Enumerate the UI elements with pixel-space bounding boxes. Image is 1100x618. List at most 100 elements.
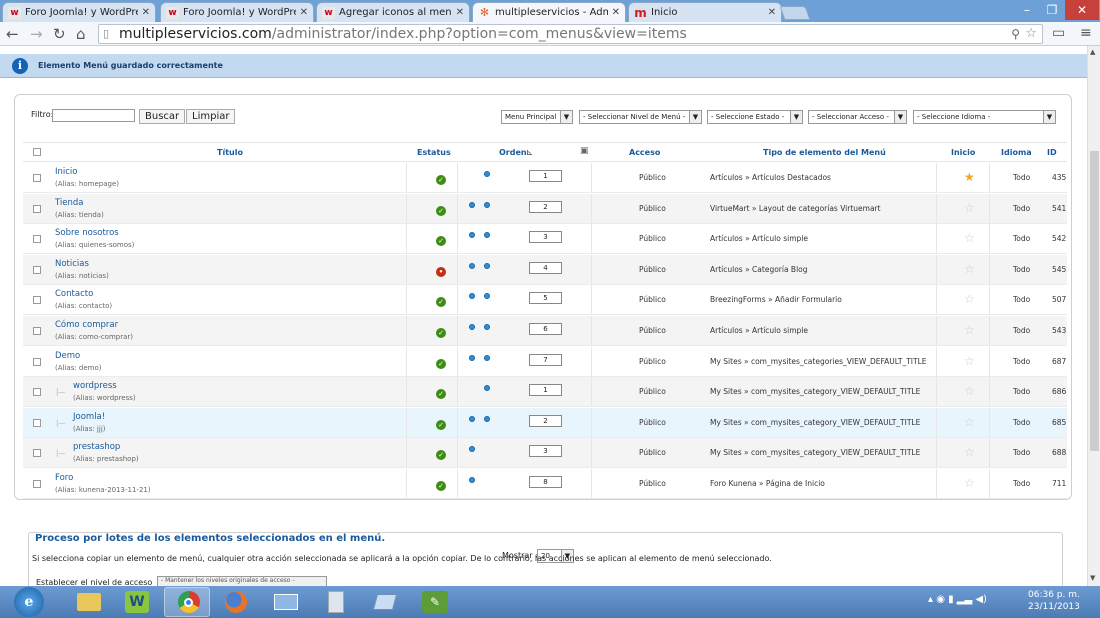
system-tray[interactable]: ▴ ◉ ▮ ▂▃ ◀) bbox=[928, 594, 987, 605]
internet-explorer-icon[interactable]: e bbox=[14, 587, 44, 617]
published-check-icon[interactable]: ✓ bbox=[436, 328, 446, 338]
minimize-icon[interactable]: – bbox=[1015, 0, 1039, 20]
item-title-link[interactable]: wordpress bbox=[73, 381, 117, 391]
language-select[interactable]: - Seleccione Idioma - ▼ bbox=[913, 110, 1056, 124]
move-down-icon[interactable] bbox=[484, 171, 490, 177]
move-down-icon[interactable] bbox=[484, 293, 490, 300]
published-check-icon[interactable]: ✓ bbox=[436, 297, 446, 308]
move-down-icon[interactable] bbox=[484, 354, 490, 361]
table-row[interactable]: Contacto (Alias: contacto) ✓ 5 Público Breezi… bbox=[23, 285, 1067, 316]
network-app-icon[interactable] bbox=[263, 587, 309, 617]
row-checkbox[interactable] bbox=[33, 296, 41, 305]
order-input[interactable]: 7 bbox=[529, 353, 562, 366]
search-button[interactable]: Buscar bbox=[139, 109, 186, 124]
col-order[interactable]: Orden bbox=[499, 148, 527, 157]
item-title-link[interactable]: Noticias bbox=[55, 259, 89, 269]
col-language[interactable]: Idioma bbox=[1001, 148, 1032, 157]
published-check-icon[interactable]: ✓ bbox=[436, 358, 446, 369]
order-input[interactable]: 2 bbox=[529, 414, 562, 427]
col-access[interactable]: Acceso bbox=[629, 148, 660, 157]
close-tab-icon[interactable]: ✕ bbox=[456, 7, 464, 18]
taskbar-clock[interactable]: 06:36 p. m. 23/11/2013 bbox=[1028, 589, 1080, 613]
table-row[interactable]: |— wordpress (Alias: wordpress) ✓ 1 Público My… bbox=[23, 377, 1067, 408]
item-title-link[interactable]: prestashop bbox=[73, 442, 120, 452]
published-check-icon[interactable]: ✓ bbox=[436, 419, 446, 430]
filter-input[interactable] bbox=[52, 109, 135, 122]
item-title-link[interactable]: Tienda bbox=[55, 198, 84, 208]
table-row[interactable]: Demo (Alias: demo) ✓ 7 Público My Sites » com… bbox=[23, 346, 1067, 377]
row-checkbox[interactable] bbox=[33, 449, 41, 458]
home-star-icon[interactable]: ★ bbox=[964, 170, 975, 184]
item-title-link[interactable]: Sobre nosotros bbox=[55, 228, 119, 238]
browser-tab-2[interactable]: w Foro Joomla! y WordPress ✕ bbox=[160, 2, 314, 22]
order-input[interactable]: 8 bbox=[529, 476, 562, 488]
move-up-icon[interactable] bbox=[469, 446, 475, 453]
sidebar-toggle-icon[interactable]: ▭ bbox=[1052, 25, 1065, 41]
row-checkbox[interactable] bbox=[33, 174, 41, 182]
move-down-icon[interactable] bbox=[484, 232, 490, 239]
row-checkbox[interactable] bbox=[33, 327, 41, 335]
word-app-icon[interactable]: W bbox=[114, 587, 160, 617]
col-home[interactable]: Inicio bbox=[951, 148, 975, 157]
order-input[interactable]: 2 bbox=[529, 200, 562, 213]
row-checkbox[interactable] bbox=[33, 388, 41, 397]
menu-level-select[interactable]: - Seleccionar Nivel de Menú - ▼ bbox=[579, 110, 702, 124]
item-title-link[interactable]: Joomla! bbox=[73, 412, 105, 422]
set-home-star-icon[interactable]: ☆ bbox=[964, 262, 975, 276]
item-title-link[interactable]: Demo bbox=[55, 351, 80, 361]
move-up-icon[interactable] bbox=[469, 477, 475, 483]
restore-icon[interactable]: ❐ bbox=[1040, 0, 1064, 20]
order-input[interactable]: 6 bbox=[529, 323, 562, 335]
move-up-icon[interactable] bbox=[469, 324, 475, 330]
set-home-star-icon[interactable]: ☆ bbox=[964, 476, 975, 490]
forward-arrow-icon[interactable]: → bbox=[30, 25, 43, 43]
set-home-star-icon[interactable]: ☆ bbox=[964, 445, 975, 459]
move-up-icon[interactable] bbox=[469, 201, 475, 208]
move-down-icon[interactable] bbox=[484, 262, 490, 269]
order-input[interactable]: 3 bbox=[529, 231, 562, 244]
set-home-star-icon[interactable]: ☆ bbox=[964, 354, 975, 368]
close-tab-icon[interactable]: ✕ bbox=[612, 7, 620, 18]
published-check-icon[interactable]: ✓ bbox=[436, 389, 446, 400]
chrome-icon[interactable] bbox=[164, 587, 210, 617]
unpublished-icon[interactable]: • bbox=[436, 266, 446, 277]
row-checkbox[interactable] bbox=[33, 357, 41, 366]
table-row[interactable]: Cómo comprar (Alias: como-comprar) ✓ 6 Públi… bbox=[23, 316, 1067, 346]
row-checkbox[interactable] bbox=[33, 480, 41, 488]
set-home-star-icon[interactable]: ☆ bbox=[964, 415, 975, 429]
row-checkbox[interactable] bbox=[33, 204, 41, 213]
move-up-icon[interactable] bbox=[469, 232, 475, 239]
col-status[interactable]: Estatus bbox=[417, 148, 451, 157]
item-title-link[interactable]: Inicio bbox=[55, 167, 78, 177]
close-tab-icon[interactable]: ✕ bbox=[768, 7, 776, 18]
published-check-icon[interactable]: ✓ bbox=[436, 450, 446, 461]
browser-tab-5[interactable]: m Inicio ✕ bbox=[628, 2, 782, 22]
order-input[interactable]: 1 bbox=[529, 384, 562, 397]
move-up-icon[interactable] bbox=[469, 262, 475, 269]
scroll-down-icon[interactable]: ▼ bbox=[1090, 574, 1095, 582]
table-row[interactable]: Inicio (Alias: homepage) ✓ 1 Público Artículo… bbox=[23, 163, 1067, 193]
item-title-link[interactable]: Cómo comprar bbox=[55, 320, 118, 330]
browser-tab-3[interactable]: w Agregar iconos al menu d ✕ bbox=[316, 2, 470, 22]
published-check-icon[interactable]: ✓ bbox=[436, 481, 446, 491]
row-checkbox[interactable] bbox=[33, 265, 41, 274]
menu-icon[interactable]: ≡ bbox=[1080, 25, 1092, 41]
move-up-icon[interactable] bbox=[469, 354, 475, 361]
state-select[interactable]: - Seleccione Estado - ▼ bbox=[707, 110, 803, 124]
move-up-icon[interactable] bbox=[469, 293, 475, 300]
col-type[interactable]: Tipo de elemento del Menú bbox=[763, 148, 886, 157]
scrollbar-thumb[interactable] bbox=[1090, 151, 1099, 451]
table-row[interactable]: Foro (Alias: kunena-2013-11-21) ✓ 8 Público F… bbox=[23, 469, 1067, 499]
address-bar[interactable]: ▯ multipleservicios.com/administrator/in… bbox=[98, 24, 1043, 44]
page-scrollbar[interactable]: ▲ ▼ bbox=[1087, 46, 1100, 586]
zoom-search-icon[interactable]: ⚲ bbox=[1011, 25, 1020, 43]
published-check-icon[interactable]: ✓ bbox=[436, 205, 446, 216]
save-order-icon[interactable]: ▣ bbox=[580, 146, 589, 156]
access-select[interactable]: - Seleccionar Acceso - ▼ bbox=[808, 110, 907, 124]
close-tab-icon[interactable]: ✕ bbox=[142, 7, 150, 18]
col-id[interactable]: ID bbox=[1047, 148, 1057, 157]
set-home-star-icon[interactable]: ☆ bbox=[964, 323, 975, 337]
scroll-up-icon[interactable]: ▲ bbox=[1090, 48, 1095, 56]
menu-select[interactable]: Menu Principal ▼ bbox=[501, 110, 573, 124]
set-home-star-icon[interactable]: ☆ bbox=[964, 384, 975, 398]
